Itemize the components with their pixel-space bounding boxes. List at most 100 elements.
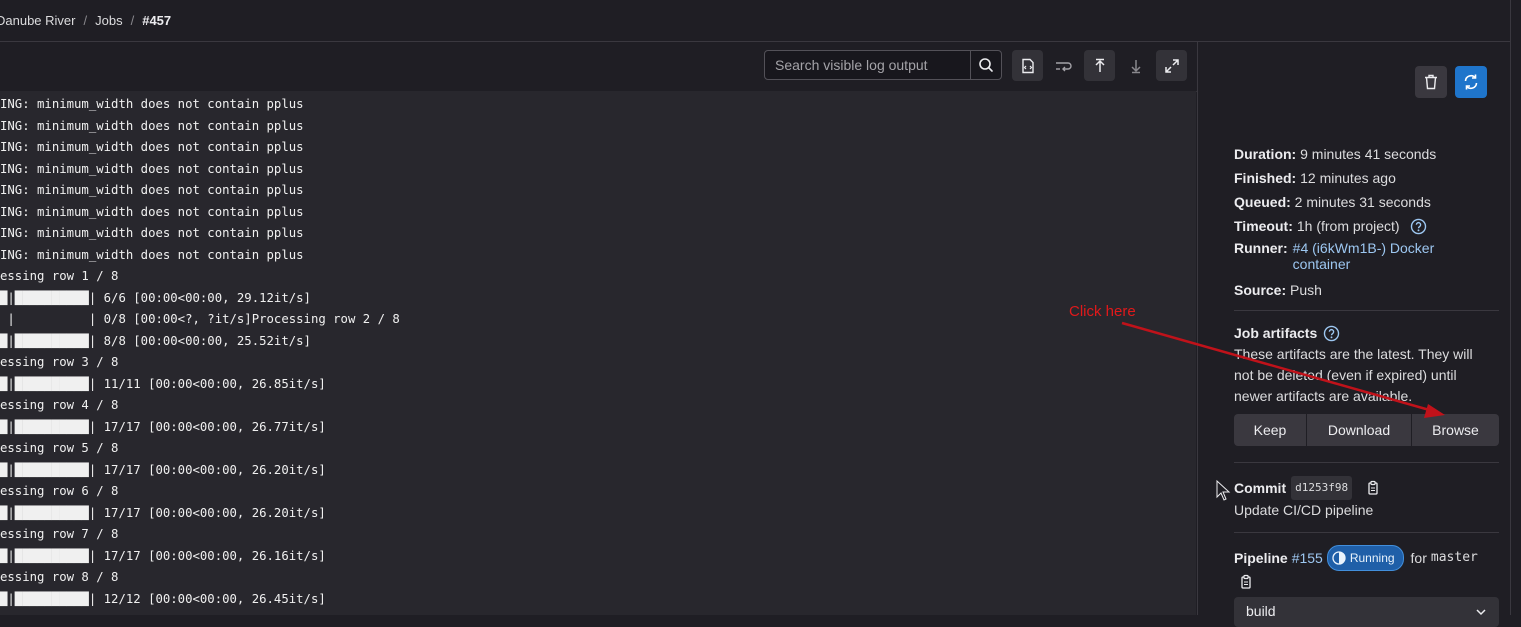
detail-label: Queued: <box>1234 194 1291 210</box>
log-search-input[interactable] <box>765 51 970 79</box>
pipeline-status-text: Running <box>1349 551 1395 565</box>
commit-message[interactable]: Update CI/CD pipeline <box>1234 500 1373 520</box>
log-line: ING: minimum_width does not contain pplu… <box>0 140 304 154</box>
log-search-button[interactable] <box>970 51 1001 79</box>
runner-name: #4 (i6kWm1B-) Docker <box>1292 240 1435 256</box>
detail-value: 12 minutes ago <box>1300 170 1396 186</box>
detail-queued: Queued: 2 minutes 31 seconds <box>1234 192 1431 212</box>
browse-button[interactable]: Browse <box>1411 414 1499 446</box>
detail-finished: Finished: 12 minutes ago <box>1234 168 1396 188</box>
log-line: ING: minimum_width does not contain pplu… <box>0 204 304 219</box>
breadcrumb-project[interactable]: Danube River <box>0 13 76 28</box>
wrap-lines-button[interactable] <box>1048 50 1079 81</box>
help-icon[interactable] <box>1323 325 1340 342</box>
log-line: █|██████████| 17/17 [00:00<00:00, 26.20i… <box>0 505 326 520</box>
pipeline-status-badge[interactable]: Running <box>1326 545 1404 571</box>
commit-label: Commit <box>1234 480 1287 496</box>
log-line: ING: minimum_width does not contain pplu… <box>0 226 304 240</box>
detail-runner: Runner: #4 (i6kWm1B-) Docker container <box>1234 240 1434 272</box>
log-line: █|██████████| 11/11 [00:00<00:00, 26.85i… <box>0 376 326 391</box>
erase-job-button[interactable] <box>1415 66 1447 98</box>
scroll-to-bottom-button[interactable] <box>1120 50 1151 81</box>
running-icon <box>1332 551 1346 565</box>
copy-icon[interactable] <box>1238 574 1254 590</box>
job-log: ING: minimum_width does not contain pplu… <box>0 91 1196 615</box>
log-line: essing row 3 / 8 <box>0 355 119 369</box>
raw-log-icon <box>1021 58 1034 73</box>
log-line: essing row 6 / 8 <box>0 484 119 498</box>
log-line: █|██████████| 17/17 [00:00<00:00, 26.77i… <box>0 419 326 434</box>
detail-label: Runner: <box>1234 240 1288 256</box>
artifacts-desc-line: not be deleted (even if expired) until <box>1234 367 1457 383</box>
detail-value: Push <box>1290 282 1322 298</box>
pipeline-branch[interactable]: master <box>1431 548 1478 568</box>
log-line: | | 0/8 [00:00<?, ?it/s]Processing row 2… <box>0 312 400 326</box>
log-line: essing row 8 / 8 <box>0 570 119 584</box>
search-icon <box>979 58 993 72</box>
help-icon[interactable] <box>1410 218 1427 235</box>
breadcrumb-separator: / <box>83 13 88 28</box>
log-line: essing row 7 / 8 <box>0 527 119 541</box>
raw-log-button[interactable] <box>1012 50 1043 81</box>
artifacts-title: Job artifacts <box>1234 325 1318 341</box>
runner-type: container <box>1292 256 1351 272</box>
pipeline-label: Pipeline <box>1234 550 1288 566</box>
stage-select-value: build <box>1246 603 1276 619</box>
detail-label: Duration: <box>1234 146 1297 162</box>
detail-label: Source: <box>1234 282 1287 298</box>
page-scrollbar[interactable] <box>1510 0 1521 615</box>
log-line: ING: minimum_width does not contain pplu… <box>0 97 304 111</box>
scroll-bottom-icon <box>1130 59 1141 73</box>
trash-icon <box>1425 74 1437 90</box>
detail-value: 9 minutes 41 seconds <box>1300 146 1437 162</box>
job-sidebar: Duration: 9 minutes 41 seconds Finished:… <box>1197 42 1510 627</box>
download-button[interactable]: Download <box>1306 414 1411 446</box>
detail-source: Source: Push <box>1234 280 1322 300</box>
pipeline-row: Pipeline #155 Running for master <box>1234 545 1478 571</box>
log-line: █|██████████| 6/6 [00:00<00:00, 29.12it/… <box>0 290 311 305</box>
pipeline-link[interactable]: #155 <box>1292 548 1323 568</box>
log-line: ING: minimum_width does not contain pplu… <box>0 183 304 197</box>
divider <box>1234 462 1499 463</box>
detail-label: Finished: <box>1234 170 1297 186</box>
scroll-top-icon <box>1094 58 1105 72</box>
stage-select[interactable]: build <box>1234 597 1499 627</box>
commit-sha[interactable]: d1253f98 <box>1291 476 1353 500</box>
breadcrumb-current-job: #457 <box>142 13 172 28</box>
scroll-to-top-button[interactable] <box>1084 50 1115 81</box>
copy-icon[interactable] <box>1365 480 1381 496</box>
top-bar: Danube River / Jobs / #457 <box>0 0 1510 42</box>
detail-label: Timeout: <box>1234 218 1293 234</box>
retry-icon <box>1464 74 1478 90</box>
detail-duration: Duration: 9 minutes 41 seconds <box>1234 144 1436 164</box>
chevron-down-icon <box>1476 609 1486 616</box>
retry-job-button[interactable] <box>1455 66 1487 98</box>
annotation-text: Click here <box>1069 303 1136 320</box>
divider <box>1234 532 1499 533</box>
log-line: ING: minimum_width does not contain pplu… <box>0 118 304 133</box>
artifacts-desc-line: newer artifacts are available. <box>1234 388 1413 404</box>
log-line: essing row 1 / 8 <box>0 269 119 283</box>
runner-link[interactable]: #4 (i6kWm1B-) Docker container <box>1293 240 1435 272</box>
log-line: ING: minimum_width does not contain pplu… <box>0 161 304 176</box>
breadcrumb-separator: / <box>130 13 135 28</box>
log-line: █|██████████| 8/8 [00:00<00:00, 25.52it/… <box>0 333 311 348</box>
breadcrumb-jobs[interactable]: Jobs <box>95 13 122 28</box>
log-line: essing row 5 / 8 <box>0 441 119 455</box>
log-line: █|██████████| 12/12 [00:00<00:00, 26.45i… <box>0 591 326 606</box>
artifacts-header: Job artifacts <box>1234 323 1340 343</box>
detail-value: 2 minutes 31 seconds <box>1294 194 1431 210</box>
log-search <box>764 50 1002 80</box>
fullscreen-icon <box>1164 58 1179 73</box>
artifacts-description: These artifacts are the latest. They wil… <box>1234 344 1504 407</box>
fullscreen-button[interactable] <box>1156 50 1187 81</box>
log-line: █|██████████| 17/17 [00:00<00:00, 26.16i… <box>0 548 326 563</box>
artifacts-button-group: Keep Download Browse <box>1234 414 1499 446</box>
keep-button[interactable]: Keep <box>1234 414 1306 446</box>
detail-value: 1h (from project) <box>1296 218 1400 234</box>
log-toolbar <box>0 42 1197 92</box>
log-line: █|██████████| 17/17 [00:00<00:00, 26.20i… <box>0 462 326 477</box>
log-line: ING: minimum_width does not contain pplu… <box>0 247 304 262</box>
detail-timeout: Timeout: 1h (from project) <box>1234 216 1427 236</box>
wrap-lines-icon <box>1055 61 1072 71</box>
